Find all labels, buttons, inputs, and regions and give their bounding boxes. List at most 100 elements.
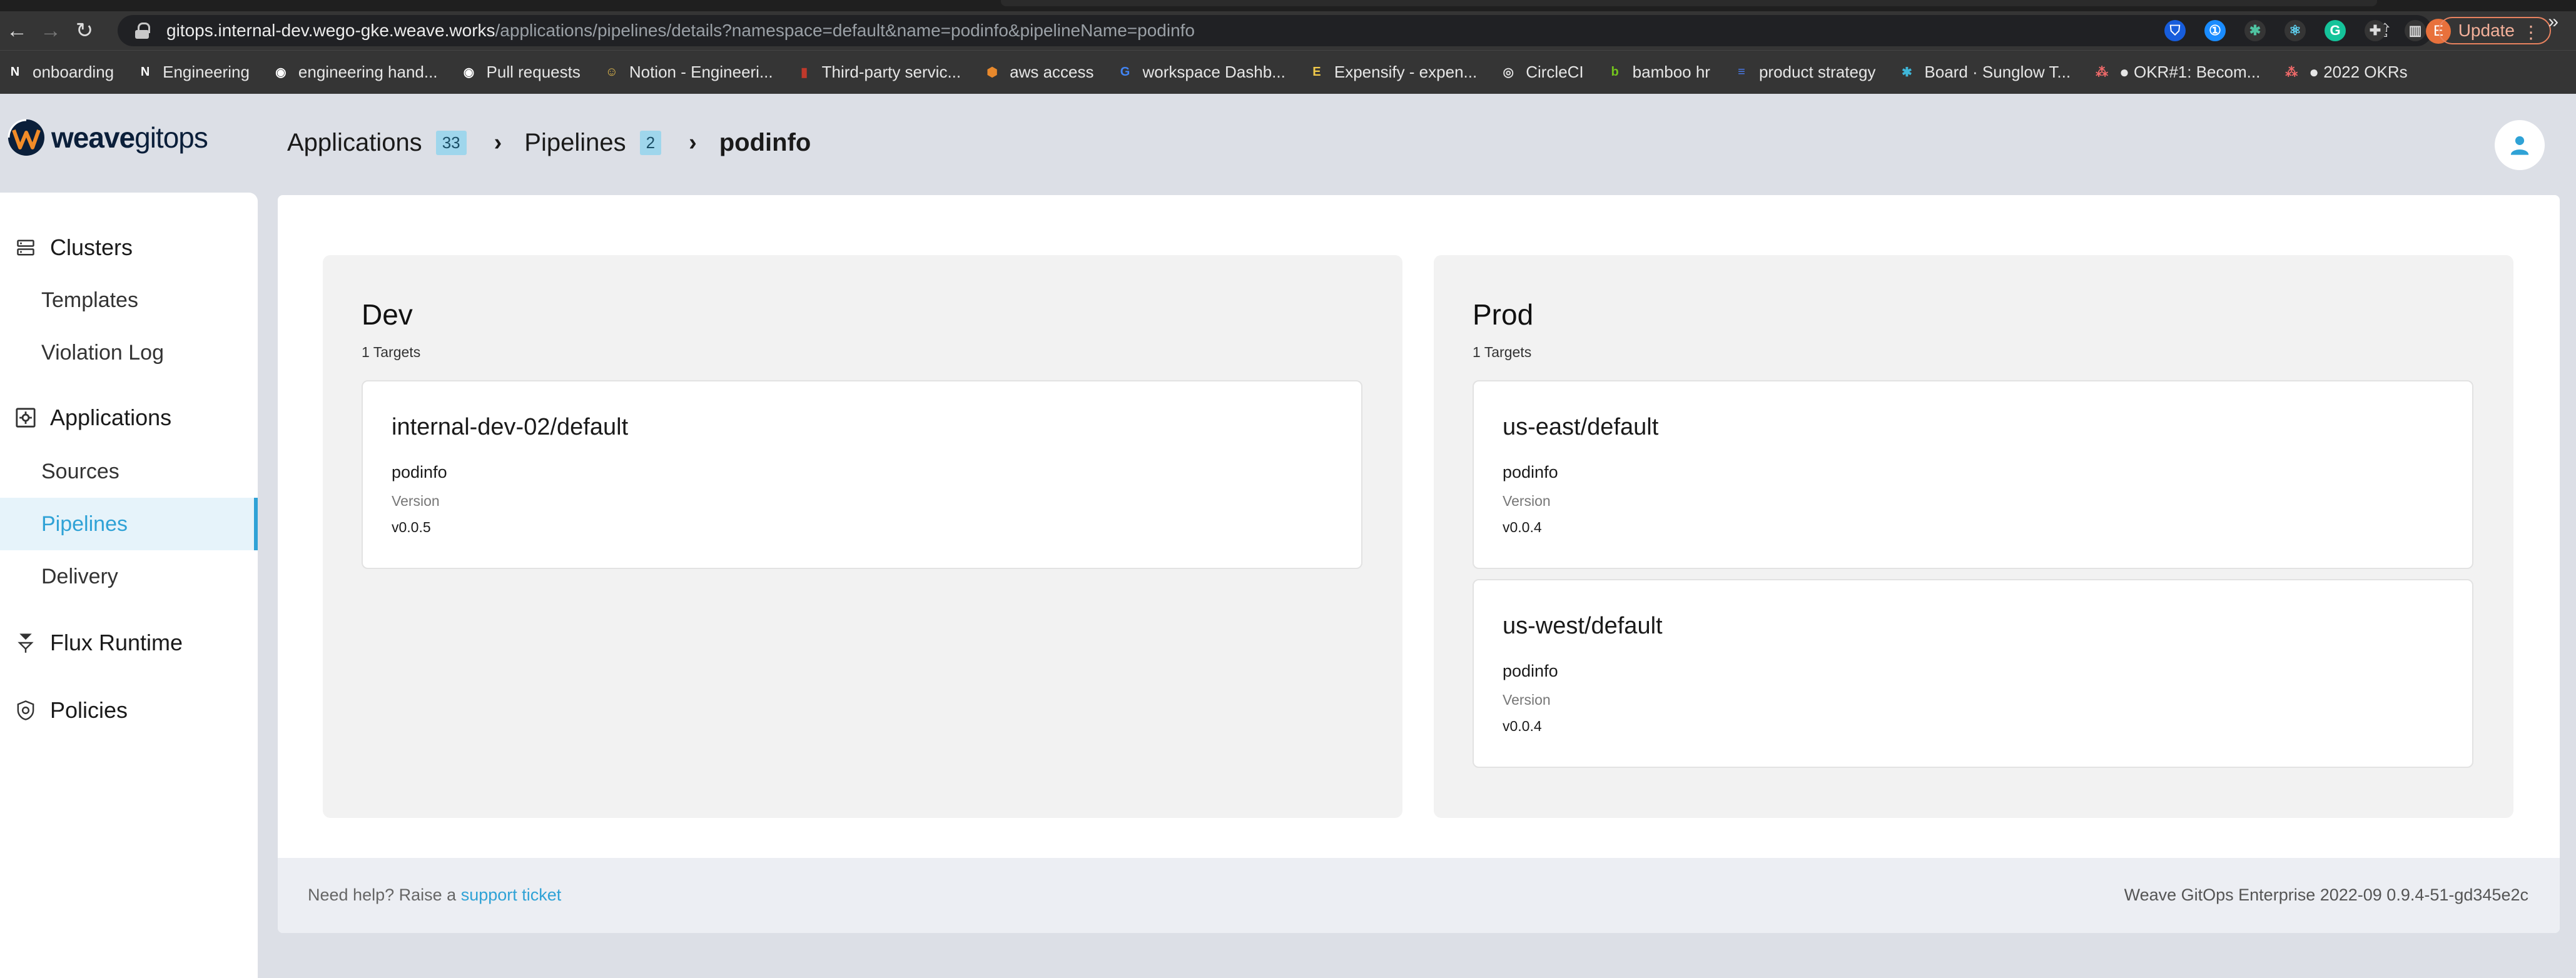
bookmark-item[interactable]: b bamboo hr bbox=[1606, 63, 1710, 82]
sidebar-item-pipelines[interactable]: Pipelines bbox=[0, 498, 258, 550]
back-arrow-icon[interactable]: ← bbox=[0, 14, 34, 48]
bookmark-item[interactable]: Gworkspace Dashb... bbox=[1117, 63, 1285, 82]
google-docs-icon: ≡ bbox=[1738, 65, 1745, 79]
puzzle-extensions-icon[interactable]: ✚ bbox=[2365, 20, 2386, 41]
target-name: internal-dev-02/default bbox=[392, 414, 629, 440]
bookmarks-bar: Nonboarding N Engineering ◉ engineering hand… bbox=[0, 50, 2576, 94]
asterisk-extension-icon[interactable]: ✱ bbox=[2244, 20, 2266, 41]
notion-icon: N bbox=[10, 65, 20, 79]
bookmark-item[interactable]: ◉ engineering hand... bbox=[272, 63, 438, 82]
url-text[interactable]: gitops.internal-dev.wego-gke.weave.works… bbox=[166, 21, 1195, 41]
flux-icon bbox=[15, 632, 36, 653]
version-info: Weave GitOps Enterprise 2022-09 0.9.4-51… bbox=[2124, 885, 2528, 904]
bookmark-item[interactable]: ⬢ aws access bbox=[983, 63, 1093, 82]
stage-targets-count: 1 Targets bbox=[1473, 344, 1532, 360]
bookmark-label: ● 2022 OKRs bbox=[2309, 63, 2408, 81]
bookmark-red-icon: ▮ bbox=[801, 66, 808, 79]
bookmarks-overflow-icon[interactable]: » bbox=[2548, 11, 2558, 33]
version-value: v0.0.5 bbox=[392, 519, 431, 535]
bookmark-item[interactable]: ☺ Notion - Engineeri... bbox=[603, 63, 773, 82]
bookmark-label: workspace Dashb... bbox=[1142, 63, 1285, 81]
bookmark-label: CircleCI bbox=[1526, 63, 1584, 81]
help-text: Need help? Raise a support ticket bbox=[308, 885, 562, 904]
asana-icon: ⁂ bbox=[2096, 66, 2109, 79]
target-app-name: podinfo bbox=[1503, 463, 1558, 481]
app-header: weavegitops Applications 33 › Pipelines … bbox=[0, 94, 2576, 193]
bookmark-item[interactable]: E Expensify - expen... bbox=[1308, 63, 1477, 82]
bookmark-label: Expensify - expen... bbox=[1334, 63, 1478, 81]
target-card[interactable]: internal-dev-02/default podinfo Version … bbox=[362, 380, 1362, 569]
version-label: Version bbox=[1503, 692, 1551, 708]
target-card[interactable]: us-west/default podinfo Version v0.0.4 bbox=[1473, 579, 2473, 768]
react-devtools-extension-icon[interactable]: ⚛ bbox=[2284, 20, 2306, 41]
version-value: v0.0.4 bbox=[1503, 718, 1542, 734]
side-panel-icon[interactable]: ▥ bbox=[2405, 20, 2426, 41]
bamboohr-icon: b bbox=[1611, 65, 1619, 79]
version-label: Version bbox=[1503, 493, 1551, 509]
sidebar-item-templates[interactable]: Templates bbox=[0, 274, 258, 326]
bookmark-label: Third-party servic... bbox=[821, 63, 961, 81]
stage-card-prod: Prod 1 Targets us-east/default podinfo V… bbox=[1434, 255, 2513, 818]
stage-title: Dev bbox=[362, 298, 413, 331]
support-ticket-link[interactable]: support ticket bbox=[461, 885, 562, 904]
applications-count-badge: 33 bbox=[435, 131, 467, 155]
pipeline-details-panel: Dev 1 Targets internal-dev-02/default po… bbox=[278, 195, 2560, 933]
sidebar-item-policies[interactable]: Policies bbox=[0, 685, 258, 735]
bookmark-item[interactable]: ≡ product strategy bbox=[1733, 63, 1875, 82]
bookmark-label: product strategy bbox=[1758, 63, 1876, 81]
forward-arrow-icon[interactable]: → bbox=[34, 14, 68, 48]
sidebar-item-sources[interactable]: Sources bbox=[0, 445, 258, 498]
bitwarden-extension-icon[interactable]: ⛉ bbox=[2164, 20, 2186, 41]
clusters-icon bbox=[15, 237, 36, 258]
bookmark-item[interactable]: ◉ Pull requests bbox=[460, 63, 581, 82]
stage-targets-count: 1 Targets bbox=[362, 344, 421, 360]
bookmark-item[interactable]: ⁂ ● OKR#1: Becom... bbox=[2093, 63, 2260, 82]
weave-gitops-logo[interactable]: weavegitops bbox=[6, 118, 208, 158]
address-bar[interactable]: gitops.internal-dev.wego-gke.weave.works… bbox=[118, 15, 2432, 46]
bookmark-item[interactable]: ◎ CircleCI bbox=[1499, 63, 1583, 82]
user-account-button[interactable] bbox=[2495, 120, 2545, 170]
pipelines-count-badge: 2 bbox=[639, 131, 662, 155]
bookmark-item[interactable]: ▮ Third-party servic... bbox=[796, 63, 961, 82]
google-icon: G bbox=[1120, 65, 1130, 79]
sidebar-item-flux-runtime[interactable]: Flux Runtime bbox=[0, 618, 258, 668]
weave-logo-icon bbox=[8, 119, 44, 156]
target-card[interactable]: us-east/default podinfo Version v0.0.4 bbox=[1473, 380, 2473, 569]
bookmark-item[interactable]: Nonboarding bbox=[6, 63, 114, 82]
version-value: v0.0.4 bbox=[1503, 519, 1542, 535]
aws-cube-icon: ⬢ bbox=[986, 66, 998, 79]
target-app-name: podinfo bbox=[1503, 662, 1558, 680]
stage-card-dev: Dev 1 Targets internal-dev-02/default po… bbox=[323, 255, 1402, 818]
sidebar-item-label: Applications bbox=[50, 405, 172, 430]
sidebar-item-clusters[interactable]: Clusters bbox=[0, 223, 258, 273]
bookmark-label: Engineering bbox=[163, 63, 250, 81]
reload-icon[interactable]: ↻ bbox=[68, 14, 101, 48]
asana-icon: ⁂ bbox=[2285, 66, 2298, 79]
breadcrumb-pipelines[interactable]: Pipelines bbox=[524, 129, 626, 157]
extensions-bar: ⛉ ① ✱ ⚛ G ✚ ▥ bbox=[2164, 11, 2426, 50]
bookmark-item[interactable]: N Engineering bbox=[136, 63, 250, 82]
onepassword-extension-icon[interactable]: ① bbox=[2204, 20, 2226, 41]
circleci-icon: ◎ bbox=[1503, 66, 1514, 79]
grammarly-extension-icon[interactable]: G bbox=[2325, 20, 2346, 41]
more-vertical-icon[interactable]: ⋮ bbox=[2522, 22, 2540, 43]
browser-update-button[interactable]: Update ⋮ bbox=[2438, 17, 2551, 44]
sidebar-item-violation-log[interactable]: Violation Log bbox=[0, 326, 258, 379]
bookmark-label: ● OKR#1: Becom... bbox=[2119, 63, 2261, 81]
notion-icon: N bbox=[140, 65, 150, 79]
applications-gear-icon bbox=[15, 407, 36, 428]
github-icon: ◉ bbox=[275, 66, 287, 79]
sidebar-item-applications[interactable]: Applications bbox=[0, 393, 258, 443]
bookmark-item[interactable]: ⁂ ● 2022 OKRs bbox=[2283, 63, 2407, 82]
page-footer: Need help? Raise a support ticket Weave … bbox=[278, 858, 2560, 933]
bookmark-item[interactable]: ✱ Board · Sunglow T... bbox=[1898, 63, 2071, 82]
breadcrumb-applications[interactable]: Applications bbox=[287, 129, 422, 157]
target-name: us-west/default bbox=[1503, 613, 1663, 639]
github-icon: ◉ bbox=[463, 66, 475, 79]
sidebar-item-delivery[interactable]: Delivery bbox=[0, 550, 258, 603]
shield-icon bbox=[15, 700, 36, 721]
bookmark-label: engineering hand... bbox=[298, 63, 438, 81]
chevron-right-icon: › bbox=[689, 129, 697, 156]
lock-icon[interactable] bbox=[135, 23, 150, 39]
bookmark-label: bamboo hr bbox=[1632, 63, 1710, 81]
